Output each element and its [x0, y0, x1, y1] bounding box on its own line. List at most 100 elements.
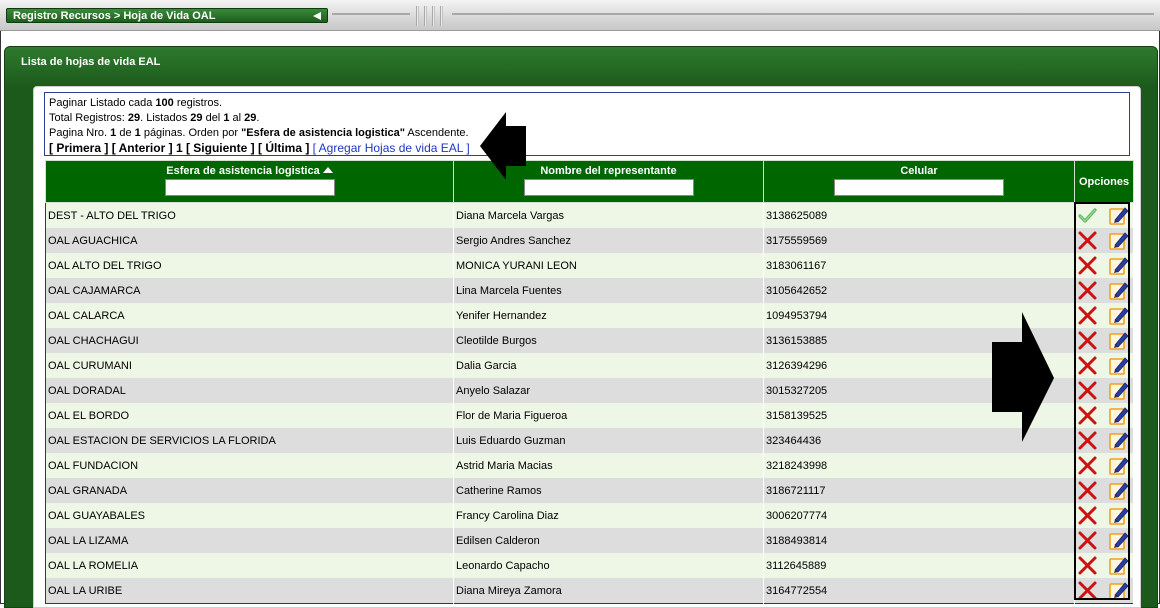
delete-x-icon[interactable] — [1077, 480, 1098, 501]
column-header-opciones: Opciones — [1074, 160, 1134, 203]
pager-next[interactable]: [ Siguiente ] — [186, 141, 255, 155]
pager-prev[interactable]: [ Anterior ] — [112, 141, 173, 155]
edit-icon[interactable] — [1108, 305, 1129, 326]
edit-icon[interactable] — [1108, 430, 1129, 451]
cell-esfera: OAL DORADAL — [45, 378, 454, 403]
cell-nombre: Yenifer Hernandez — [453, 303, 764, 328]
cell-celular: 3006207774 — [763, 503, 1075, 528]
table-row: OAL GUAYABALES Francy Carolina Diaz 300620… — [45, 503, 1134, 528]
cell-celular: 3112645889 — [763, 553, 1075, 578]
cell-esfera: OAL CALARCA — [45, 303, 454, 328]
delete-x-icon[interactable] — [1077, 355, 1098, 376]
check-icon[interactable] — [1077, 205, 1098, 226]
cell-opciones — [1074, 228, 1134, 253]
hojas-de-vida-table: Esfera de asistencia logistica Nombre de… — [45, 160, 1134, 604]
edit-icon[interactable] — [1108, 530, 1129, 551]
info-line-order: Pagina Nro. 1 de 1 páginas. Orden por "E… — [49, 127, 469, 139]
edit-icon[interactable] — [1108, 355, 1129, 376]
column-header-celular[interactable]: Celular — [763, 160, 1075, 203]
cell-opciones — [1074, 353, 1134, 378]
table-row: OAL LA ROMELIA Leonardo Capacho 3112645889 — [45, 553, 1134, 578]
filter-nombre-input[interactable] — [523, 179, 694, 196]
cell-opciones — [1074, 403, 1134, 428]
table-row: OAL EL BORDO Flor de Maria Figueroa 315813… — [45, 403, 1134, 428]
cell-esfera: OAL GRANADA — [45, 478, 454, 503]
table-row: OAL FUNDACION Astrid Maria Macias 32182439… — [45, 453, 1134, 478]
cell-opciones — [1074, 503, 1134, 528]
bar-divider — [332, 13, 410, 15]
pager: [ Primera ] [ Anterior ] 1 [ Siguiente ]… — [49, 141, 1125, 156]
delete-x-icon[interactable] — [1077, 330, 1098, 351]
edit-icon[interactable] — [1108, 255, 1129, 276]
edit-icon[interactable] — [1108, 555, 1129, 576]
cell-nombre: Leonardo Capacho — [453, 553, 764, 578]
cell-nombre: Anyelo Salazar — [453, 378, 764, 403]
delete-x-icon[interactable] — [1077, 430, 1098, 451]
table-row: OAL ALTO DEL TRIGO MONICA YURANI LEON 3183… — [45, 253, 1134, 278]
cell-nombre: Sergio Andres Sanchez — [453, 228, 764, 253]
delete-x-icon[interactable] — [1077, 530, 1098, 551]
cell-opciones — [1074, 478, 1134, 503]
table-row: OAL CAJAMARCA Lina Marcela Fuentes 3105642… — [45, 278, 1134, 303]
cell-nombre: Catherine Ramos — [453, 478, 764, 503]
pagination-info: Paginar Listado cada 100 registros. Tota… — [44, 92, 1130, 156]
table-row: OAL GRANADA Catherine Ramos 3186721117 — [45, 478, 1134, 503]
edit-icon[interactable] — [1108, 380, 1129, 401]
pager-current: 1 — [175, 141, 183, 155]
table-row: OAL DORADAL Anyelo Salazar 3015327205 — [45, 378, 1134, 403]
cell-esfera: OAL EL BORDO — [45, 403, 454, 428]
edit-icon[interactable] — [1108, 330, 1129, 351]
edit-icon[interactable] — [1108, 505, 1129, 526]
cell-opciones — [1074, 453, 1134, 478]
cell-esfera: OAL ESTACION DE SERVICIOS LA FLORIDA — [45, 428, 454, 453]
cell-nombre: Edilsen Calderon — [453, 528, 764, 553]
cell-opciones — [1074, 278, 1134, 303]
pager-first[interactable]: [ Primera ] — [49, 141, 108, 155]
filter-esfera-input[interactable] — [164, 179, 335, 196]
delete-x-icon[interactable] — [1077, 380, 1098, 401]
delete-x-icon[interactable] — [1077, 405, 1098, 426]
collapse-arrow-icon[interactable] — [313, 12, 321, 20]
cell-esfera: OAL AGUACHICA — [45, 228, 454, 253]
delete-x-icon[interactable] — [1077, 555, 1098, 576]
edit-icon[interactable] — [1108, 455, 1129, 476]
pager-last[interactable]: [ Última ] — [258, 141, 309, 155]
table-row: OAL ESTACION DE SERVICIOS LA FLORIDA Luis… — [45, 428, 1134, 453]
cell-opciones — [1074, 303, 1134, 328]
table-row: DEST - ALTO DEL TRIGO Diana Marcela Varga… — [45, 202, 1134, 228]
delete-x-icon[interactable] — [1077, 305, 1098, 326]
table-row: OAL AGUACHICA Sergio Andres Sanchez 317555… — [45, 228, 1134, 253]
edit-icon[interactable] — [1108, 230, 1129, 251]
cell-opciones — [1074, 553, 1134, 578]
edit-icon[interactable] — [1108, 580, 1129, 601]
cell-esfera: OAL LA LIZAMA — [45, 528, 454, 553]
delete-x-icon[interactable] — [1077, 280, 1098, 301]
breadcrumb-label: Registro Recursos > Hoja de Vida OAL — [13, 10, 216, 22]
table-row: OAL CALARCA Yenifer Hernandez 1094953794 — [45, 303, 1134, 328]
delete-x-icon[interactable] — [1077, 255, 1098, 276]
edit-icon[interactable] — [1108, 205, 1129, 226]
cell-opciones — [1074, 253, 1134, 278]
cell-celular: 3218243998 — [763, 453, 1075, 478]
cell-nombre: Dalia Garcia — [453, 353, 764, 378]
table-row: OAL LA LIZAMA Edilsen Calderon 3188493814 — [45, 528, 1134, 553]
panel-title: Lista de hojas de vida EAL — [21, 56, 161, 68]
edit-icon[interactable] — [1108, 480, 1129, 501]
delete-x-icon[interactable] — [1077, 230, 1098, 251]
cell-nombre: MONICA YURANI LEON — [453, 253, 764, 278]
sort-ascending-icon[interactable] — [322, 167, 333, 173]
cell-nombre: Cleotilde Burgos — [453, 328, 764, 353]
column-header-esfera[interactable]: Esfera de asistencia logistica — [45, 160, 454, 203]
cell-nombre: Luis Eduardo Guzman — [453, 428, 764, 453]
resize-grip-icon[interactable] — [412, 6, 448, 26]
delete-x-icon[interactable] — [1077, 580, 1098, 601]
edit-icon[interactable] — [1108, 280, 1129, 301]
delete-x-icon[interactable] — [1077, 455, 1098, 476]
edit-icon[interactable] — [1108, 405, 1129, 426]
bar-divider — [452, 13, 1154, 15]
delete-x-icon[interactable] — [1077, 505, 1098, 526]
filter-celular-input[interactable] — [834, 179, 1004, 196]
cell-celular: 3183061167 — [763, 253, 1075, 278]
add-hoja-de-vida-link[interactable]: [ Agregar Hojas de vida EAL ] — [313, 141, 470, 155]
breadcrumb[interactable]: Registro Recursos > Hoja de Vida OAL — [6, 8, 328, 23]
